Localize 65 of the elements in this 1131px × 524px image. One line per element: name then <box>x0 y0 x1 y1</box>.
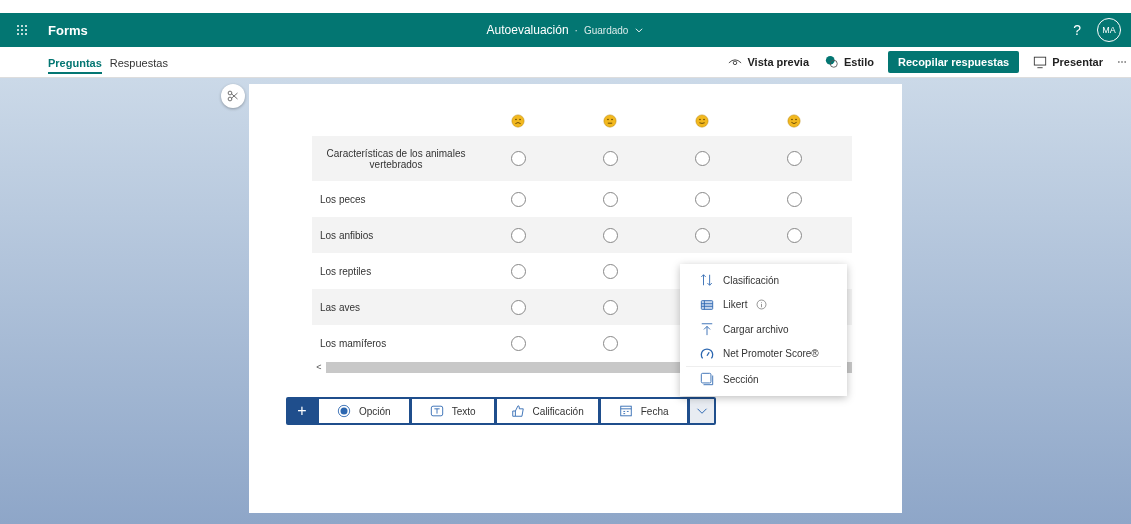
app-launcher-icon <box>16 24 28 36</box>
question-type-button[interactable]: Calificación <box>496 399 598 423</box>
save-status: Guardado <box>583 24 629 36</box>
table-icon <box>700 297 714 312</box>
radio-button[interactable] <box>786 191 802 207</box>
collect-responses-button[interactable]: Recopilar respuestas <box>887 51 1020 73</box>
radio-button[interactable] <box>602 263 618 279</box>
sort-arrows-icon <box>700 273 714 288</box>
toolbar-button[interactable]: Estilo <box>823 51 876 73</box>
toolbar-button[interactable]: Presentar <box>1031 51 1105 73</box>
statement-label: Los reptiles <box>319 265 373 277</box>
menu-item[interactable]: Sección <box>680 367 847 392</box>
app-name: Forms <box>48 22 88 38</box>
radio-button[interactable] <box>510 263 526 279</box>
radio-button[interactable] <box>510 151 526 166</box>
radio-button[interactable] <box>694 191 710 207</box>
emoji-face-icon <box>787 114 801 128</box>
scissors-icon <box>227 90 239 102</box>
question-type-button[interactable]: Texto <box>411 399 494 423</box>
upload-icon <box>700 322 714 337</box>
scissors-button[interactable] <box>221 84 245 108</box>
tab[interactable]: Respuestas <box>109 50 168 74</box>
radio-button[interactable] <box>510 191 526 207</box>
statement-label: Las aves <box>319 301 362 313</box>
question-type-button[interactable]: Fecha <box>600 399 687 423</box>
monitor-icon <box>1033 55 1048 69</box>
statement-label: Los anfibios <box>319 229 375 241</box>
menu-item[interactable]: Net Promoter Score® <box>680 341 847 366</box>
radio-button[interactable] <box>510 335 526 351</box>
text-box-icon <box>429 404 444 418</box>
emoji-face-icon <box>603 114 617 128</box>
radio-button[interactable] <box>602 227 618 243</box>
statement-label: Los mamíferos <box>319 337 388 349</box>
menu-item[interactable]: Cargar archivo <box>680 317 847 342</box>
statement-label: Características de los animales vertebrados <box>325 147 467 170</box>
radio-button[interactable] <box>694 151 710 166</box>
toolbar-button[interactable]: Vista previa <box>726 51 811 73</box>
radio-icon <box>337 404 351 418</box>
menu-item[interactable]: Likert <box>680 292 847 317</box>
thumb-up-icon <box>510 404 525 418</box>
more-types-button[interactable] <box>689 399 714 423</box>
palette-icon <box>825 55 839 69</box>
question-type-button[interactable]: Opción <box>319 399 409 423</box>
statement-label: Los peces <box>319 193 367 205</box>
radio-button[interactable] <box>602 299 618 315</box>
radio-button[interactable] <box>694 227 710 243</box>
gauge-icon <box>700 346 714 361</box>
emoji-face-icon <box>511 114 525 128</box>
calendar-icon <box>618 404 633 418</box>
form-title: Autoevaluación <box>486 23 569 37</box>
help-button[interactable]: ? <box>1073 22 1081 38</box>
separator-dot: · <box>574 24 578 36</box>
section-icon <box>700 372 714 387</box>
radio-button[interactable] <box>602 151 618 166</box>
radio-button[interactable] <box>602 191 618 207</box>
radio-button[interactable] <box>786 151 802 166</box>
menu-item[interactable]: Clasificación <box>680 268 847 293</box>
add-button[interactable]: + <box>288 399 316 423</box>
radio-button[interactable] <box>602 335 618 351</box>
radio-button[interactable] <box>510 299 526 315</box>
radio-button[interactable] <box>510 227 526 243</box>
chevron-down-icon <box>634 25 645 35</box>
emoji-face-icon <box>695 114 709 128</box>
radio-button[interactable] <box>786 227 802 243</box>
tab[interactable]: Preguntas <box>48 50 102 74</box>
